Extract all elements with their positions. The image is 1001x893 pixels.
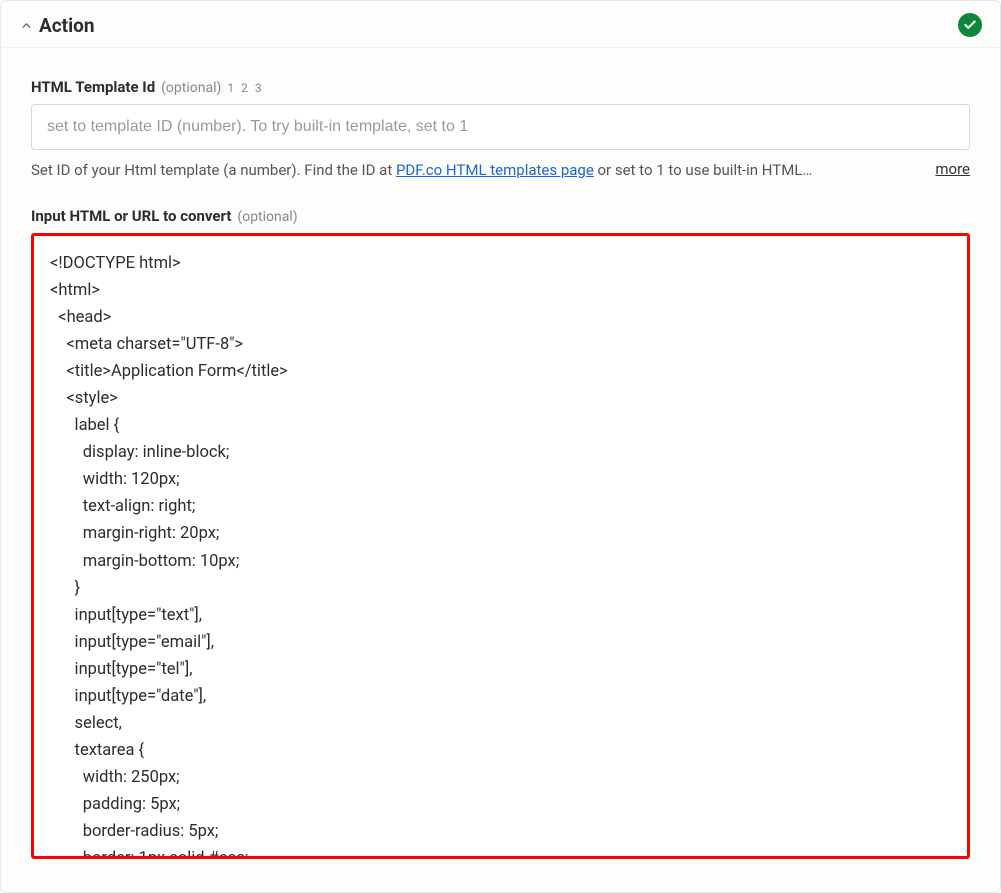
help-pre: Set ID of your Html template (a number).…: [31, 161, 396, 179]
action-panel: Action HTML Template Id (optional) 1 2 3…: [0, 0, 1001, 893]
panel-title: Action: [39, 14, 958, 37]
chevron-up-icon: [19, 18, 33, 32]
check-circle-icon: [958, 13, 982, 37]
help-mid: or set to: [594, 161, 656, 179]
label-optional: (optional): [161, 80, 221, 96]
help-post: to use built-in HTML…: [665, 161, 813, 179]
label-hint: 1 2 3: [227, 81, 263, 95]
input-html-textarea[interactable]: [34, 236, 967, 856]
label-text: Input HTML or URL to convert: [31, 207, 231, 225]
template-id-label: HTML Template Id (optional) 1 2 3: [31, 78, 970, 96]
panel-header[interactable]: Action: [1, 1, 1000, 48]
template-id-help: Set ID of your Html template (a number).…: [31, 160, 970, 181]
label-optional: (optional): [237, 209, 297, 225]
input-html-highlight: [31, 233, 970, 859]
input-html-label: Input HTML or URL to convert (optional): [31, 207, 970, 225]
more-link[interactable]: more: [935, 160, 970, 178]
label-text: HTML Template Id: [31, 78, 155, 96]
help-link[interactable]: PDF.co HTML templates page: [396, 161, 594, 179]
template-id-input[interactable]: [31, 104, 970, 150]
help-text: Set ID of your Html template (a number).…: [31, 160, 923, 181]
panel-body: HTML Template Id (optional) 1 2 3 Set ID…: [1, 48, 1000, 859]
help-mono: 1: [656, 161, 664, 179]
